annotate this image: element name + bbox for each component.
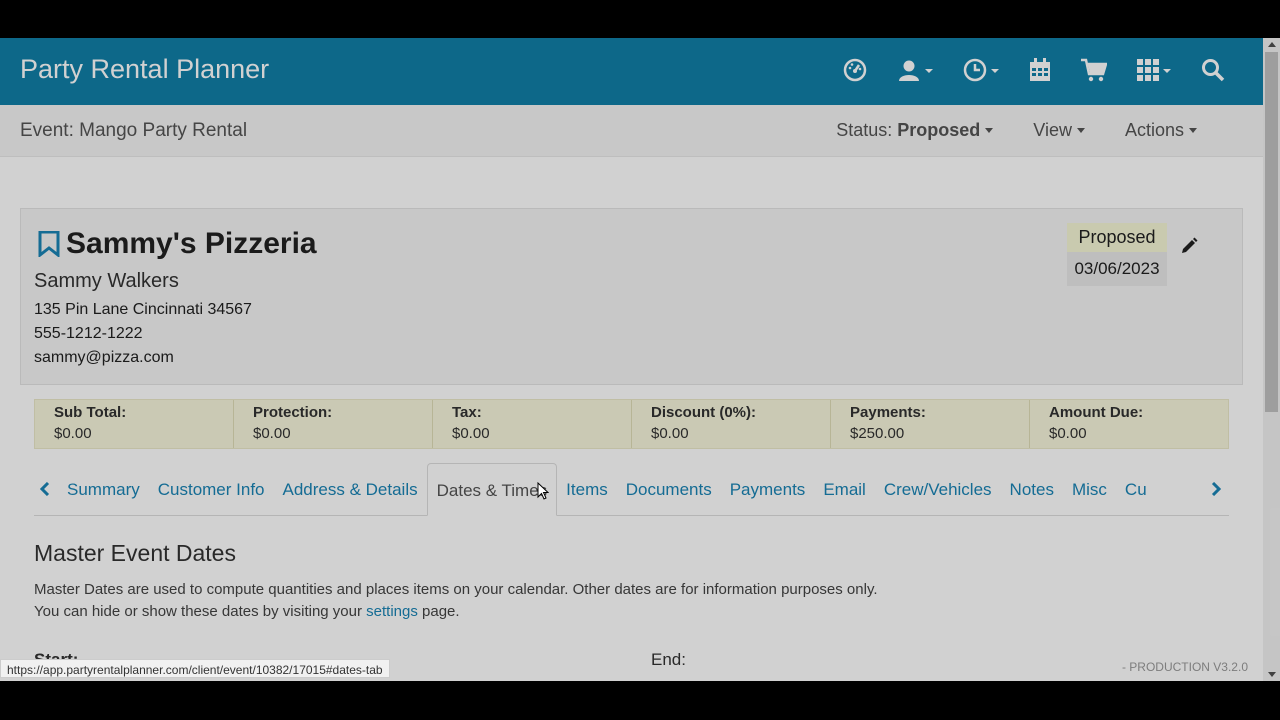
scroll-down-arrow-icon[interactable]: [1268, 672, 1276, 677]
status-badge-label: Proposed: [1067, 223, 1167, 252]
event-subheader: Event: Mango Party Rental Status: Propos…: [0, 105, 1263, 157]
scroll-up-arrow-icon[interactable]: [1268, 42, 1276, 47]
summary-value: $0.00: [651, 425, 689, 442]
customer-company: Sammy's Pizzeria: [38, 227, 317, 261]
tab-summary[interactable]: Summary: [58, 463, 149, 516]
chevron-down-icon: [1163, 69, 1171, 73]
tab-crew-vehicles[interactable]: Crew/Vehicles: [875, 463, 1001, 516]
settings-link[interactable]: settings: [366, 603, 418, 620]
summary-value: $0.00: [1049, 425, 1087, 442]
summary-subtotal: Sub Total: $0.00: [35, 400, 233, 448]
event-tabs: Summary Customer Info Address & Details …: [34, 463, 1229, 516]
info-text-part: You can hide or show these dates by visi…: [34, 603, 367, 620]
edit-button[interactable]: [1180, 237, 1198, 260]
tab-notes[interactable]: Notes: [1001, 463, 1063, 516]
user-icon[interactable]: [897, 58, 933, 82]
view-dropdown-label: View: [1033, 120, 1072, 140]
summary-label: Sub Total:: [54, 404, 127, 421]
tab-items[interactable]: Items: [557, 463, 617, 516]
tab-address-details[interactable]: Address & Details: [274, 463, 427, 516]
status-dropdown-value: Proposed: [897, 120, 981, 140]
summary-label: Tax:: [452, 404, 482, 421]
chevron-down-icon: [1189, 128, 1197, 133]
customer-address: 135 Pin Lane Cincinnati 34567: [34, 301, 252, 318]
tab-strip: Summary Customer Info Address & Details …: [34, 463, 1204, 516]
calendar-icon[interactable]: [1029, 58, 1051, 82]
tab-payments[interactable]: Payments: [721, 463, 815, 516]
summary-label: Payments:: [850, 404, 926, 421]
customer-phone: 555-1212-1222: [34, 325, 143, 342]
actions-dropdown[interactable]: Actions: [1125, 120, 1197, 141]
summary-value: $0.00: [54, 425, 92, 442]
chevron-right-icon: [1211, 481, 1222, 497]
actions-dropdown-label: Actions: [1124, 120, 1184, 140]
summary-label: Discount (0%):: [651, 404, 756, 421]
customer-email: sammy@pizza.com: [34, 349, 174, 366]
version-label: - PRODUCTION V3.2.0: [1121, 660, 1248, 674]
apps-grid-icon[interactable]: [1137, 59, 1171, 81]
tab-customer-info[interactable]: Customer Info: [149, 463, 274, 516]
summary-value: $0.00: [253, 425, 291, 442]
top-navbar: Party Rental Planner: [0, 38, 1263, 105]
tab-custom[interactable]: Cu: [1116, 463, 1156, 516]
customer-contact: Sammy Walkers: [34, 270, 179, 292]
event-menu: Status: Proposed View Actions: [796, 120, 1197, 141]
chevron-down-icon: [991, 69, 999, 73]
chevron-down-icon: [985, 128, 994, 133]
clock-icon[interactable]: [963, 58, 999, 82]
summary-label: Amount Due:: [1049, 404, 1144, 421]
info-text-part: page.: [417, 603, 460, 620]
summary-payments: Payments: $250.00: [830, 400, 1029, 448]
status-badge: Proposed 03/06/2023: [1067, 223, 1167, 286]
status-dropdown-label: Status:: [836, 120, 893, 140]
pencil-icon: [1182, 237, 1198, 253]
tab-misc[interactable]: Misc: [1063, 463, 1116, 516]
tabs-scroll-right[interactable]: [1211, 481, 1222, 501]
page-scrollbar[interactable]: [1263, 38, 1280, 681]
summary-discount: Discount (0%): $0.00: [631, 400, 830, 448]
bookmark-icon[interactable]: [38, 231, 60, 257]
link-status-url: https://app.partyrentalplanner.com/clien…: [0, 659, 390, 678]
summary-value: $0.00: [452, 425, 490, 442]
customer-company-name: Sammy's Pizzeria: [66, 227, 317, 260]
info-text: Master Dates are used to compute quantit…: [34, 581, 878, 598]
end-label: End:: [651, 650, 686, 669]
tab-documents[interactable]: Documents: [617, 463, 721, 516]
section-title: Master Event Dates: [34, 540, 236, 566]
status-dropdown[interactable]: Status: Proposed: [836, 120, 994, 141]
page-title: Event: Mango Party Rental: [20, 120, 248, 141]
view-dropdown[interactable]: View: [1033, 120, 1085, 141]
summary-protection: Protection: $0.00: [233, 400, 432, 448]
chevron-down-icon: [1076, 128, 1085, 133]
summary-label: Protection:: [253, 404, 333, 421]
summary-tax: Tax: $0.00: [432, 400, 631, 448]
mouse-cursor-icon: [537, 482, 549, 500]
cart-icon[interactable]: [1081, 58, 1107, 82]
financial-summary: Sub Total: $0.00 Protection: $0.00 Tax: …: [34, 399, 1229, 449]
event-date: 03/06/2023: [1074, 259, 1160, 278]
chevron-down-icon: [925, 69, 933, 73]
scroll-thumb[interactable]: [1265, 52, 1278, 412]
customer-panel: Sammy's Pizzeria Sammy Walkers 135 Pin L…: [20, 208, 1243, 385]
info-text-settings: You can hide or show these dates by visi…: [34, 603, 460, 620]
brand-logo[interactable]: Party Rental Planner: [20, 54, 269, 85]
app-window: Party Rental Planner Event: Mango Party …: [0, 38, 1280, 681]
summary-amount-due: Amount Due: $0.00: [1029, 400, 1228, 448]
tab-email[interactable]: Email: [814, 463, 875, 516]
search-icon[interactable]: [1201, 58, 1225, 82]
summary-value: $250.00: [850, 425, 905, 442]
dashboard-icon[interactable]: [843, 58, 867, 82]
navbar-icons: [813, 58, 1225, 82]
